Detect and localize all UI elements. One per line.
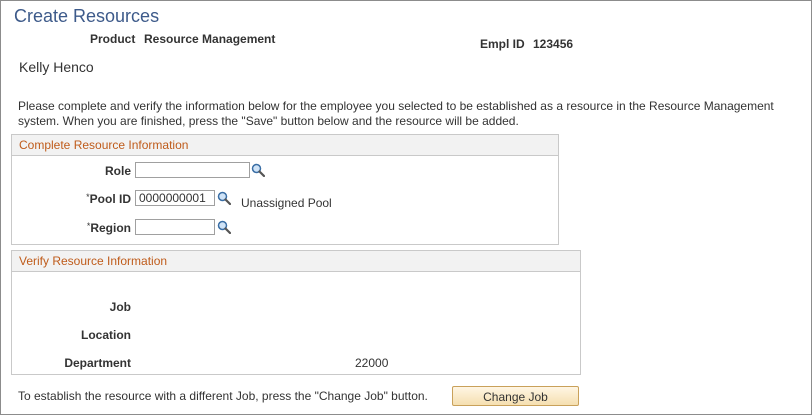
role-lookup-icon[interactable]: [251, 163, 265, 177]
pool-id-input[interactable]: [135, 190, 215, 206]
location-label: Location: [81, 328, 131, 342]
page-title: Create Resources: [14, 6, 160, 26]
pool-id-label-text: Pool ID: [89, 192, 131, 206]
complete-resource-header: Complete Resource Information: [12, 135, 558, 156]
employee-name: Kelly Henco: [19, 59, 94, 75]
pool-id-label: *Pool ID: [21, 192, 131, 206]
change-job-button[interactable]: Change Job: [452, 386, 579, 406]
region-input[interactable]: [135, 219, 215, 235]
role-input[interactable]: [135, 162, 250, 178]
region-label: *Region: [21, 221, 131, 235]
product-label: Product: [90, 32, 136, 46]
product-value: Resource Management: [144, 32, 276, 46]
change-job-note: To establish the resource with a differe…: [18, 389, 428, 403]
job-label: Job: [109, 300, 131, 314]
emplid-label: Empl ID: [480, 37, 525, 51]
role-label: Role: [21, 164, 131, 178]
emplid-value: 123456: [533, 37, 574, 51]
pool-id-description: Unassigned Pool: [241, 196, 332, 210]
department-value: 22000: [355, 356, 389, 370]
region-label-text: Region: [90, 221, 131, 235]
pool-id-lookup-icon[interactable]: [217, 191, 231, 205]
verify-resource-header: Verify Resource Information: [12, 251, 580, 272]
instructions-text: Please complete and verify the informati…: [18, 99, 774, 128]
department-label: Department: [64, 356, 131, 370]
region-lookup-icon[interactable]: [217, 220, 231, 234]
role-label-text: Role: [104, 164, 131, 178]
